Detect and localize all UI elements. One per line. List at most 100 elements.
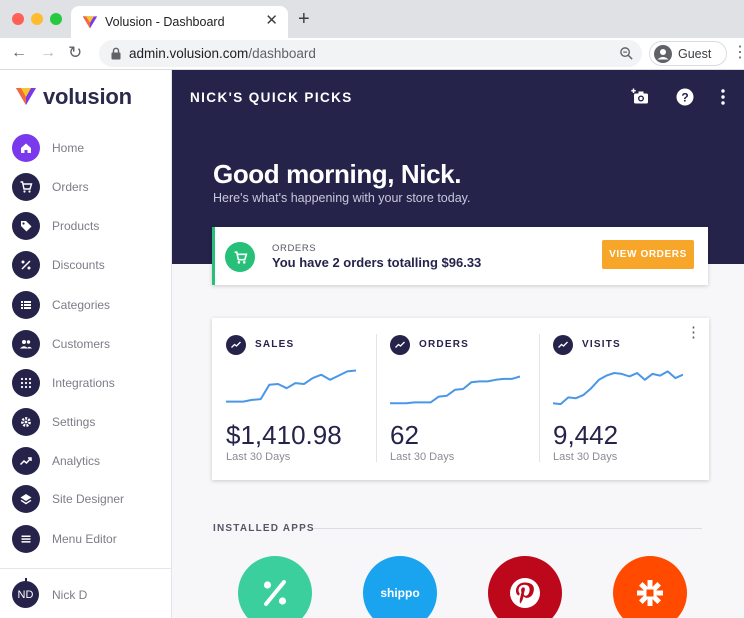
app-zapier[interactable]: [613, 556, 687, 618]
trending-icon: [226, 335, 246, 355]
stat-period: Last 30 Days: [226, 451, 291, 463]
stat-orders[interactable]: ORDERS 62 Last 30 Days: [376, 318, 540, 480]
sidebar-item-settings[interactable]: Settings: [12, 408, 162, 436]
url-path: /dashboard: [248, 46, 316, 61]
app-pinterest[interactable]: [488, 556, 562, 618]
avatar[interactable]: ND: [12, 581, 39, 608]
sidebar-item-label: Products: [52, 219, 100, 233]
volusion-logo-icon: [16, 88, 36, 105]
stat-sales[interactable]: SALES $1,410.98 Last 30 Days: [212, 318, 376, 480]
greeting-subtitle: Here's what's happening with your store …: [213, 191, 471, 205]
browser-menu-icon[interactable]: ⋮: [732, 44, 744, 62]
sidebar: volusion Home Orders Products Discounts …: [0, 70, 172, 618]
greeting-heading: Good morning, Nick.: [213, 159, 462, 189]
main-content: NICK'S QUICK PICKS ? Good morning, Nick.…: [172, 70, 744, 618]
browser-titlebar: Volusion - Dashboard ✕ +: [0, 0, 744, 38]
stat-value: 62: [390, 420, 419, 450]
view-orders-button[interactable]: VIEW ORDERS: [602, 240, 694, 269]
trending-icon: [390, 335, 410, 355]
trending-icon: [553, 335, 573, 355]
sidebar-item-menu-editor[interactable]: Menu Editor: [12, 525, 162, 553]
apps-grid-icon: [12, 369, 40, 397]
sidebar-item-label: Customers: [52, 337, 111, 351]
gear-icon: [12, 408, 40, 436]
sidebar-item-label: Settings: [52, 415, 96, 429]
section-divider: [313, 528, 702, 529]
maximize-window-button[interactable]: [50, 13, 62, 25]
sidebar-item-label: Analytics: [52, 454, 101, 468]
cart-icon: [12, 173, 40, 201]
volusion-favicon-icon: [82, 16, 98, 29]
people-icon: [12, 330, 40, 358]
lock-icon: [111, 47, 121, 60]
sidebar-item-label: Menu Editor: [52, 532, 117, 546]
installed-apps-heading: INSTALLED APPS: [213, 523, 315, 534]
stat-value: 9,442: [553, 420, 619, 450]
visits-sparkline: [553, 370, 683, 406]
sidebar-item-label: Categories: [52, 298, 111, 312]
browser-toolbar: ← → ↻ admin.volusion.com/dashboard Guest…: [0, 38, 744, 70]
url-text: admin.volusion.com/dashboard: [129, 46, 316, 61]
orders-alert-text: You have 2 orders totalling $96.33: [272, 255, 482, 270]
percent-icon: [12, 251, 40, 279]
back-arrow-icon[interactable]: ←: [11, 43, 27, 63]
sparkline-series: [553, 370, 683, 406]
user-name[interactable]: Nick D: [52, 588, 87, 602]
help-icon[interactable]: ?: [675, 87, 695, 107]
sidebar-item-products[interactable]: Products: [12, 212, 162, 240]
list-icon: [12, 291, 40, 319]
svg-text:?: ?: [681, 91, 688, 105]
orders-sparkline: [390, 375, 520, 405]
sidebar-item-site-designer[interactable]: Site Designer: [12, 485, 162, 513]
profile-label: Guest: [678, 47, 712, 61]
stat-visits[interactable]: VISITS 9,442 Last 30 Days: [539, 318, 703, 480]
sidebar-item-categories[interactable]: Categories: [12, 291, 162, 319]
orders-alert-label: ORDERS: [272, 243, 317, 254]
app-percent-discounts[interactable]: [238, 556, 312, 618]
sales-sparkline: [226, 369, 356, 403]
trending-icon: [12, 447, 40, 475]
more-options-icon[interactable]: [713, 87, 733, 107]
stat-period: Last 30 Days: [553, 451, 618, 463]
user-avatar-icon: [654, 45, 672, 63]
pinterest-icon: [510, 578, 540, 608]
sidebar-item-label: Site Designer: [52, 492, 125, 506]
add-photo-icon[interactable]: [631, 87, 651, 107]
sidebar-item-label: Orders: [52, 180, 89, 194]
tab-title: Volusion - Dashboard: [105, 15, 225, 29]
menu-icon: [12, 525, 40, 553]
percent-icon: [263, 580, 287, 606]
sidebar-item-orders[interactable]: Orders: [12, 173, 162, 201]
address-bar[interactable]: admin.volusion.com/dashboard: [99, 40, 642, 67]
cart-icon: [225, 242, 255, 272]
close-window-button[interactable]: [12, 13, 24, 25]
stats-card: ⋮ SALES $1,410.98 Last 30 Days ORDERS 62…: [212, 318, 709, 480]
sidebar-item-label: Discounts: [52, 258, 105, 272]
sidebar-item-integrations[interactable]: Integrations: [12, 369, 162, 397]
minimize-window-button[interactable]: [31, 13, 43, 25]
sparkline-series: [390, 375, 520, 405]
stat-value: $1,410.98: [226, 420, 342, 450]
sidebar-item-analytics[interactable]: Analytics: [12, 447, 162, 475]
shippo-logo: shippo: [380, 586, 420, 600]
sidebar-item-customers[interactable]: Customers: [12, 330, 162, 358]
sidebar-divider: [0, 568, 171, 569]
sidebar-item-home[interactable]: Home: [12, 134, 162, 162]
app-shippo[interactable]: shippo: [363, 556, 437, 618]
stat-label: VISITS: [582, 339, 621, 350]
stat-label: ORDERS: [419, 339, 469, 350]
home-icon: [12, 134, 40, 162]
browser-tab[interactable]: Volusion - Dashboard ✕: [71, 6, 288, 38]
sidebar-item-discounts[interactable]: Discounts: [12, 251, 162, 279]
tag-icon: [12, 212, 40, 240]
profile-button[interactable]: Guest: [649, 41, 727, 66]
new-tab-icon[interactable]: +: [298, 9, 310, 29]
stat-period: Last 30 Days: [390, 451, 455, 463]
sidebar-item-label: Integrations: [52, 376, 115, 390]
close-tab-icon[interactable]: ✕: [265, 12, 278, 30]
reload-icon[interactable]: ↻: [68, 43, 82, 63]
forward-arrow-icon[interactable]: →: [40, 43, 56, 63]
stat-label: SALES: [255, 339, 295, 350]
zoom-icon[interactable]: [619, 46, 634, 61]
page-title: NICK'S QUICK PICKS: [190, 90, 353, 105]
